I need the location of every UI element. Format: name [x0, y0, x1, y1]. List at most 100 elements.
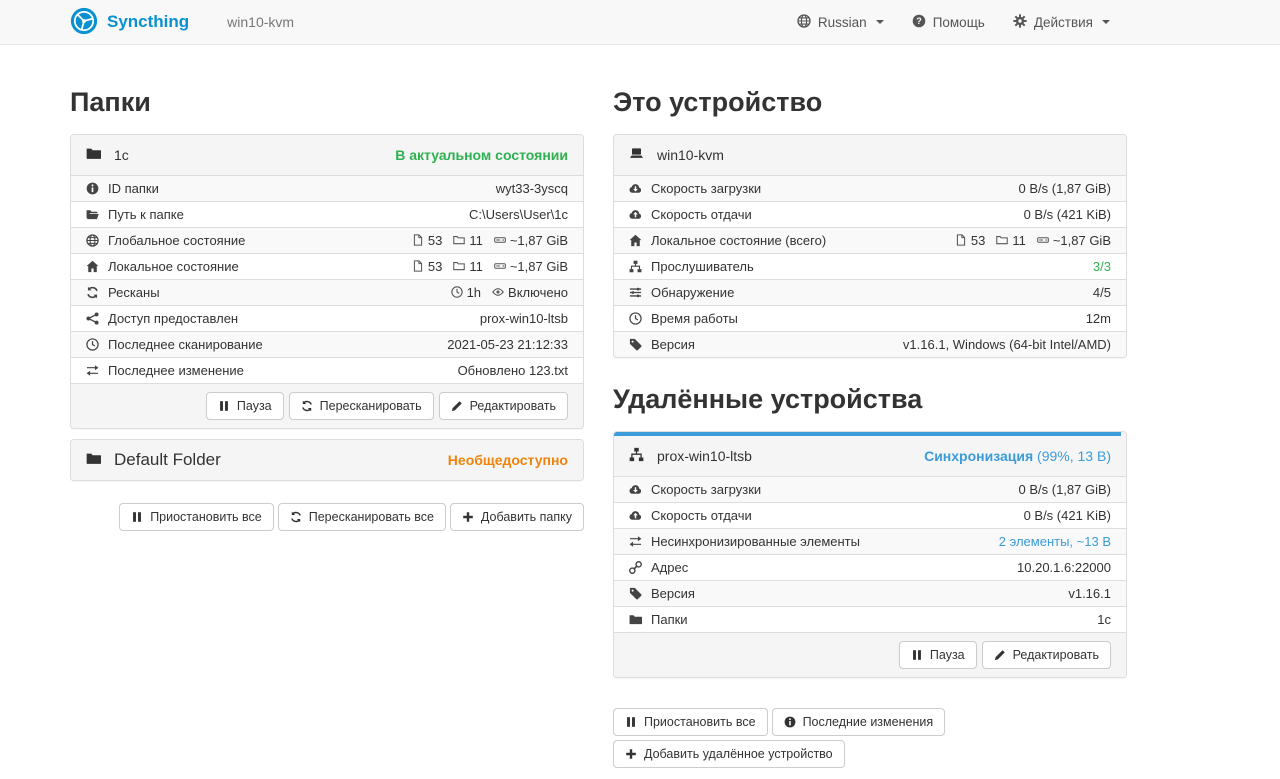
remote-devices-title: Удалённые устройства — [613, 384, 1127, 415]
table-row: Локальное состояние (всего)5311~1,87 GiB — [614, 228, 1126, 254]
pause-all-devices-button[interactable]: Приостановить все — [613, 708, 768, 736]
home-icon — [629, 233, 642, 248]
folder-icon — [629, 612, 642, 627]
value-part: 11 — [453, 233, 483, 248]
value-part: 53 — [955, 233, 985, 248]
folder-panel-1c-header[interactable]: 1c В актуальном состоянии — [71, 135, 583, 175]
folder-panel-1c: 1c В актуальном состоянии ID папки wyt33-… — [70, 134, 584, 429]
table-row: Скорость загрузки0 B/s (1,87 GiB) — [614, 477, 1126, 503]
row-label: Версия — [651, 586, 695, 601]
laptop-icon — [629, 146, 644, 164]
chevron-down-icon — [876, 20, 884, 24]
row-label: Скорость отдачи — [651, 207, 752, 222]
actions-menu[interactable]: Действия — [1013, 14, 1110, 31]
eye-icon — [492, 285, 504, 300]
row-value: wyt33-3yscq — [496, 181, 568, 196]
row-label: ID папки — [108, 181, 159, 196]
table-row: Версияv1.16.1 — [614, 581, 1126, 607]
remote-device-panel-footer: ПаузаРедактировать — [614, 632, 1126, 677]
pause-icon — [911, 649, 923, 661]
help-menu[interactable]: ?Помощь — [912, 14, 985, 31]
file-o-icon — [412, 259, 424, 274]
folder-panel-default-header[interactable]: Default Folder Необщедоступно — [71, 440, 583, 480]
navbar-menus: Russian ?Помощь Действия — [797, 14, 1110, 31]
table-row: Прослушиватель3/3 — [614, 254, 1126, 280]
navbar: Syncthing win10-kvm Russian?ПомощьДейств… — [0, 0, 1280, 45]
row-label: Скорость отдачи — [651, 508, 752, 523]
device-status: Синхронизация (99%, 13 B) — [924, 448, 1111, 464]
row-label: Несинхронизированные элементы — [651, 534, 860, 549]
row-value: 10.20.1.6:22000 — [1017, 560, 1111, 575]
row-value: 2021-05-23 21:12:33 — [447, 337, 568, 352]
syncthing-brand[interactable]: Syncthing — [70, 7, 189, 38]
home-icon — [86, 259, 99, 274]
remote-device-panel: prox-win10-ltsb Синхронизация (99%, 13 B… — [613, 431, 1127, 678]
folder-open-icon — [86, 207, 99, 222]
edit-device-button[interactable]: Редактировать — [982, 641, 1111, 669]
add-remote-device-button[interactable]: Добавить удалённое устройство — [613, 740, 845, 768]
info-icon — [784, 716, 796, 728]
row-label: Ресканы — [108, 285, 160, 300]
folder-o-icon — [453, 259, 465, 274]
sliders-icon — [629, 285, 642, 300]
row-value: 0 B/s (421 KiB) — [1024, 207, 1111, 222]
pause-button[interactable]: Пауза — [206, 392, 284, 420]
cloud-up-icon — [629, 508, 642, 523]
value-part: 1h — [451, 285, 481, 300]
table-row: Ресканы 1h Включено — [71, 280, 583, 306]
value-part: Включено — [492, 285, 568, 300]
exchange-icon — [86, 363, 99, 378]
row-label: Прослушиватель — [651, 259, 754, 274]
table-row: Обнаружение4/5 — [614, 280, 1126, 306]
pencil-icon — [994, 649, 1006, 661]
clock-o-icon — [451, 285, 463, 300]
folder-name: Default Folder — [114, 450, 221, 470]
language-menu[interactable]: Russian — [797, 14, 884, 31]
table-row: Скорость отдачи0 B/s (421 KiB) — [614, 503, 1126, 529]
this-device-panel-header[interactable]: win10-kvm — [614, 135, 1126, 175]
exchange-icon — [629, 534, 642, 549]
row-label: Последнее сканирование — [108, 337, 263, 352]
row-value: v1.16.1, Windows (64-bit Intel/AMD) — [903, 337, 1111, 352]
plus-icon — [462, 511, 474, 523]
table-row: Папки1c — [614, 607, 1126, 633]
this-device-details-table: Скорость загрузки0 B/s (1,87 GiB)Скорост… — [614, 175, 1126, 357]
value-part: 53 — [412, 259, 442, 274]
row-value[interactable]: 2 элементы, ~13 B — [999, 534, 1111, 549]
sitemap-icon — [629, 447, 644, 465]
devices-footer-actions: Приостановить всеПоследние изменения Доба… — [613, 708, 1093, 768]
svg-text:?: ? — [916, 16, 922, 26]
add-folder-button[interactable]: Добавить папку — [450, 503, 584, 531]
folder-o-icon — [453, 233, 465, 248]
folder-icon — [86, 146, 101, 164]
this-device-panel: win10-kvm Скорость загрузки0 B/s (1,87 G… — [613, 134, 1127, 358]
pause-device-button[interactable]: Пауза — [899, 641, 977, 669]
value-part: 53 — [412, 233, 442, 248]
folder-panel-default: Default Folder Необщедоступно — [70, 439, 584, 481]
cloud-down-icon — [629, 482, 642, 497]
pause-all-folders-button[interactable]: Приостановить все — [119, 503, 274, 531]
row-label: Версия — [651, 337, 695, 352]
table-row: Скорость отдачи 0 B/s (421 KiB) — [614, 202, 1126, 228]
value-part: ~1,87 GiB — [1037, 233, 1111, 248]
device-name: win10-kvm — [657, 147, 724, 163]
clock-o-icon — [629, 311, 642, 326]
row-label: Обнаружение — [651, 285, 734, 300]
hdd-o-icon — [494, 259, 506, 274]
sitemap-icon — [629, 259, 642, 274]
pause-icon — [131, 511, 143, 523]
help-icon: ? — [912, 14, 926, 31]
value-part: 11 — [996, 233, 1026, 248]
edit-button[interactable]: Редактировать — [439, 392, 568, 420]
recent-changes-button[interactable]: Последние изменения — [772, 708, 946, 736]
folder-status: Необщедоступно — [448, 452, 568, 468]
folder-panel-footer: ПаузаПересканироватьРедактировать — [71, 383, 583, 428]
clock-o-icon — [86, 337, 99, 352]
table-row: Время работы12m — [614, 306, 1126, 332]
pencil-icon — [451, 400, 463, 412]
folder-icon — [86, 451, 101, 469]
rescan-all-button[interactable]: Пересканировать все — [278, 503, 446, 531]
remote-device-panel-header[interactable]: prox-win10-ltsb Синхронизация (99%, 13 B… — [614, 436, 1126, 476]
share-icon — [86, 311, 99, 326]
rescan-button[interactable]: Пересканировать — [289, 392, 434, 420]
